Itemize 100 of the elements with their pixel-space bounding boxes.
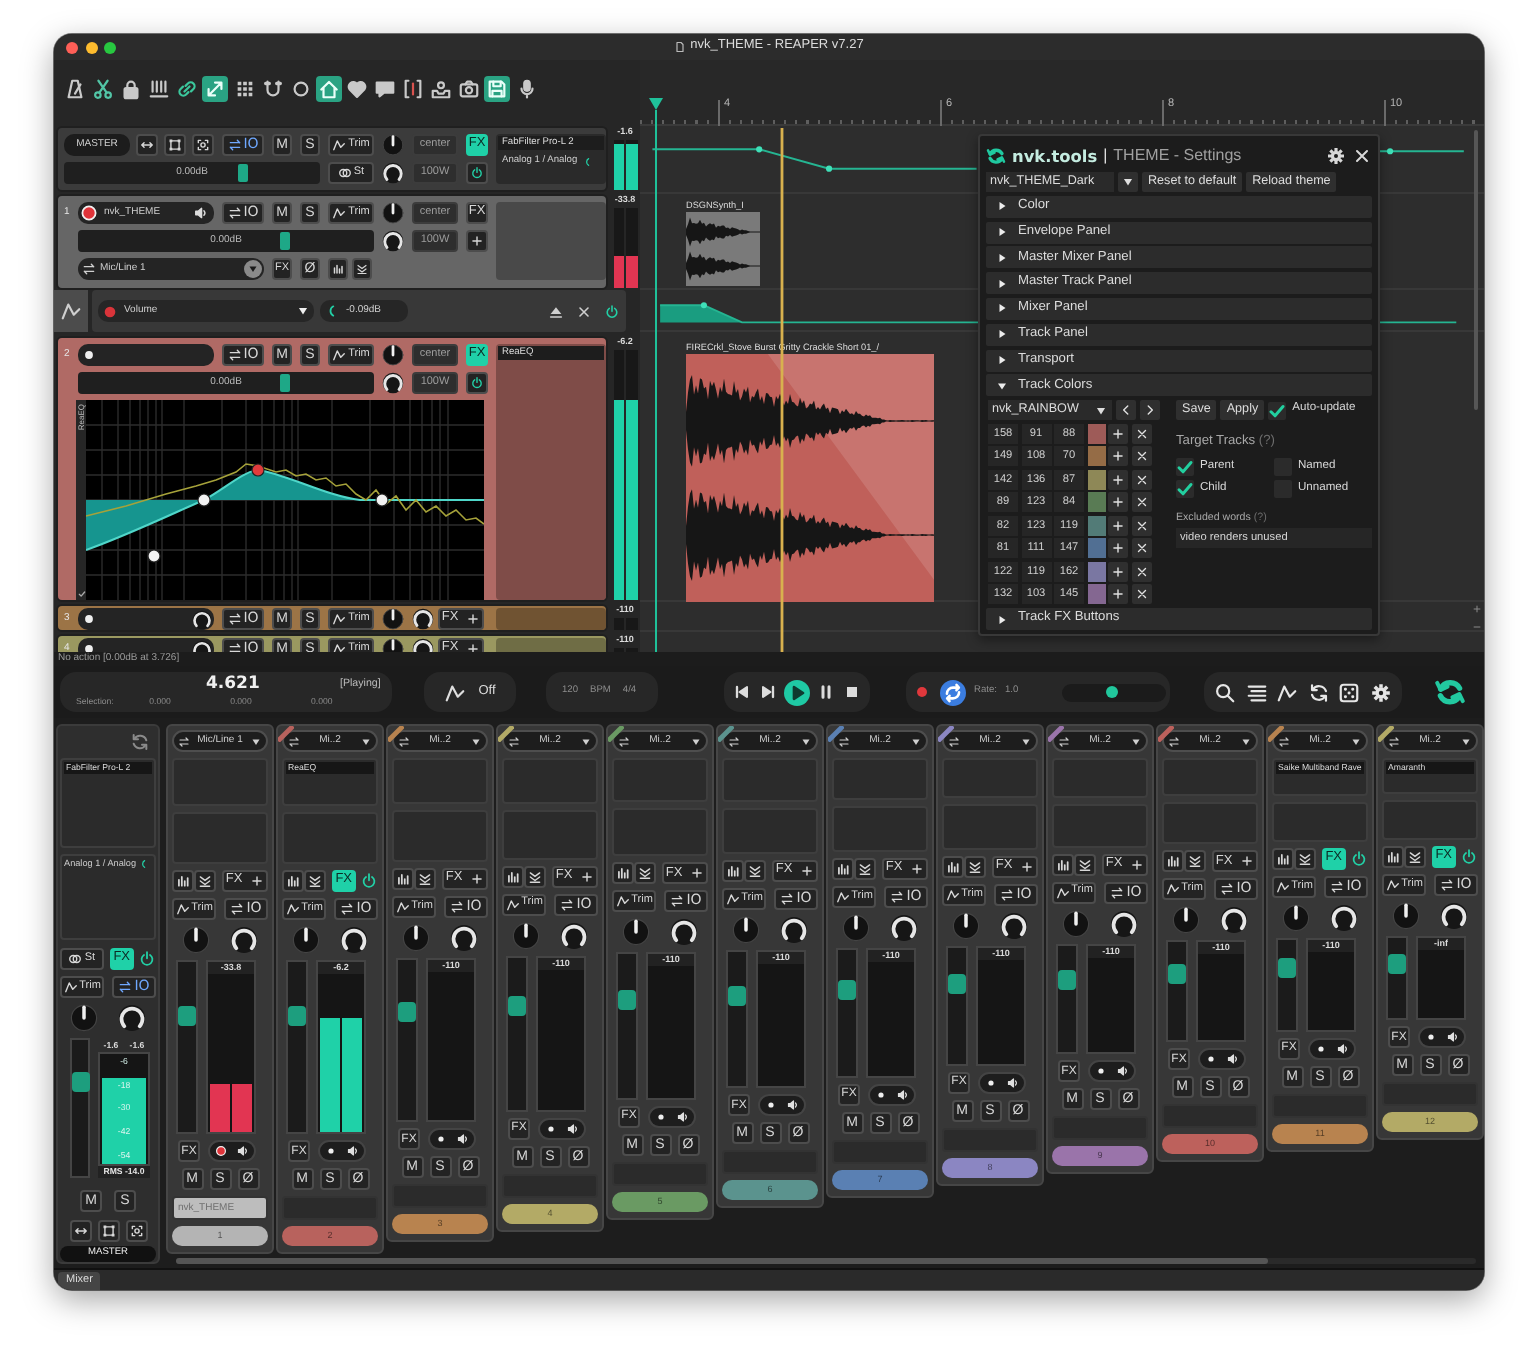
- fader-thumb[interactable]: [288, 1006, 306, 1027]
- meter-bars-icon[interactable]: [942, 855, 964, 878]
- power-icon[interactable]: [138, 950, 156, 968]
- record-arm-button[interactable]: [208, 1140, 232, 1162]
- meter-bars-icon[interactable]: [1162, 850, 1184, 873]
- fader-track[interactable]: [836, 948, 858, 1077]
- plus-icon[interactable]: [1108, 538, 1128, 559]
- horizontal-arrows-icon[interactable]: [69, 1220, 91, 1242]
- previous-icon[interactable]: [731, 682, 752, 702]
- volume-knob[interactable]: [1282, 904, 1310, 933]
- pan-knob[interactable]: [450, 923, 478, 952]
- envelope-point[interactable]: [700, 302, 707, 309]
- color-swatch[interactable]: [1087, 584, 1105, 605]
- speaker-icon[interactable]: [342, 1140, 366, 1162]
- record-icon[interactable]: [912, 682, 932, 702]
- meter-bars-icon[interactable]: [392, 867, 414, 890]
- record-arm-button[interactable]: [1088, 1060, 1112, 1083]
- power-icon[interactable]: [466, 372, 488, 394]
- slider-thumb[interactable]: [280, 374, 291, 392]
- audio-item-waveform[interactable]: [686, 212, 760, 286]
- pan-knob[interactable]: [382, 608, 404, 630]
- eq-band-node[interactable]: [375, 493, 389, 507]
- meter-bars-icon[interactable]: [722, 860, 744, 883]
- horizontal-scrollbar[interactable]: [176, 1258, 1476, 1264]
- record-arm-button[interactable]: [648, 1105, 672, 1128]
- volume-knob[interactable]: [842, 914, 870, 942]
- fader-thumb[interactable]: [178, 1006, 196, 1027]
- volume-knob[interactable]: [182, 926, 210, 954]
- eject-icon[interactable]: [548, 303, 564, 319]
- eq-graph[interactable]: [86, 400, 484, 600]
- arm-button[interactable]: [102, 303, 118, 319]
- speaker-icon[interactable]: [1112, 1060, 1136, 1083]
- fader-thumb[interactable]: [398, 1001, 416, 1022]
- checkbox[interactable]: [1176, 457, 1194, 476]
- color-swatch[interactable]: [1087, 446, 1105, 467]
- record-arm-button[interactable]: [428, 1128, 452, 1151]
- volume-knob[interactable]: [292, 926, 320, 954]
- record-arm-button[interactable]: [80, 610, 98, 628]
- plus-icon[interactable]: [1108, 515, 1128, 536]
- record-arm-button[interactable]: [978, 1071, 1002, 1094]
- close-icon[interactable]: [576, 303, 592, 319]
- repeat-icon[interactable]: [940, 679, 966, 705]
- pan-knob[interactable]: [382, 344, 404, 366]
- resize-handles-icon[interactable]: [164, 134, 186, 156]
- link-icon[interactable]: [174, 76, 201, 102]
- pan-knob[interactable]: [780, 916, 808, 945]
- diagonal-arrow-icon[interactable]: [202, 76, 229, 102]
- track-name-field[interactable]: [78, 344, 214, 366]
- speaker-icon[interactable]: [1222, 1048, 1246, 1071]
- remove-icon[interactable]: [1131, 584, 1151, 605]
- record-arm-button[interactable]: [1418, 1026, 1442, 1048]
- fader-thumb[interactable]: [72, 1072, 90, 1093]
- plus-icon[interactable]: [1108, 423, 1128, 444]
- meter-bars-icon[interactable]: [612, 862, 634, 885]
- resize-handles-icon[interactable]: [97, 1220, 119, 1242]
- settings-icon[interactable]: [1369, 681, 1392, 703]
- rate-slider[interactable]: [1062, 683, 1166, 701]
- volume-knob[interactable]: [622, 918, 650, 947]
- fader-thumb[interactable]: [838, 980, 856, 1000]
- plus-icon[interactable]: [1108, 446, 1128, 467]
- fader-track[interactable]: [616, 952, 638, 1100]
- metronome-icon[interactable]: [62, 76, 88, 102]
- power-icon[interactable]: [1460, 848, 1478, 866]
- plus-icon[interactable]: [1108, 492, 1128, 513]
- speaker-icon[interactable]: [452, 1128, 476, 1151]
- fader-track[interactable]: [506, 955, 528, 1112]
- caret-icon[interactable]: [1118, 172, 1138, 192]
- remove-icon[interactable]: [1131, 446, 1151, 467]
- chevrons-down-icon[interactable]: [1294, 848, 1316, 871]
- remove-icon[interactable]: [1131, 492, 1151, 513]
- width-knob[interactable]: [412, 608, 434, 630]
- circular-arrows-icon[interactable]: [1434, 676, 1466, 708]
- width-knob[interactable]: [382, 372, 404, 394]
- chevrons-down-icon[interactable]: [194, 870, 216, 892]
- horizontal-arrows-icon[interactable]: [136, 134, 158, 156]
- fader-thumb[interactable]: [1168, 964, 1186, 985]
- slider-thumb[interactable]: [1105, 686, 1118, 698]
- checkbox[interactable]: [1268, 401, 1287, 420]
- power-icon[interactable]: [360, 872, 378, 890]
- speech-bubble-icon[interactable]: [372, 76, 399, 102]
- pan-knob[interactable]: [560, 921, 588, 950]
- volume-knob[interactable]: [512, 921, 540, 950]
- chevrons-down-icon[interactable]: [414, 867, 436, 890]
- settings-icon[interactable]: [1326, 146, 1346, 166]
- check-icon[interactable]: [77, 590, 85, 598]
- envelope-point[interactable]: [1386, 148, 1394, 155]
- remove-icon[interactable]: [1131, 561, 1151, 582]
- record-arm-button[interactable]: [538, 1117, 562, 1140]
- pause-icon[interactable]: [816, 682, 837, 702]
- record-arm-button[interactable]: [80, 346, 98, 364]
- search-icon[interactable]: [1214, 681, 1237, 703]
- volume-knob[interactable]: [1172, 906, 1200, 935]
- focus-icon[interactable]: [125, 1220, 147, 1242]
- home-icon[interactable]: [315, 76, 342, 102]
- zigzag-icon[interactable]: [1276, 681, 1299, 703]
- comb-icon[interactable]: [146, 76, 173, 102]
- volume-knob[interactable]: [1062, 909, 1090, 938]
- vertical-scrollbar[interactable]: [1474, 130, 1478, 410]
- close-icon[interactable]: [1352, 146, 1372, 166]
- eq-band-node[interactable]: [147, 549, 161, 563]
